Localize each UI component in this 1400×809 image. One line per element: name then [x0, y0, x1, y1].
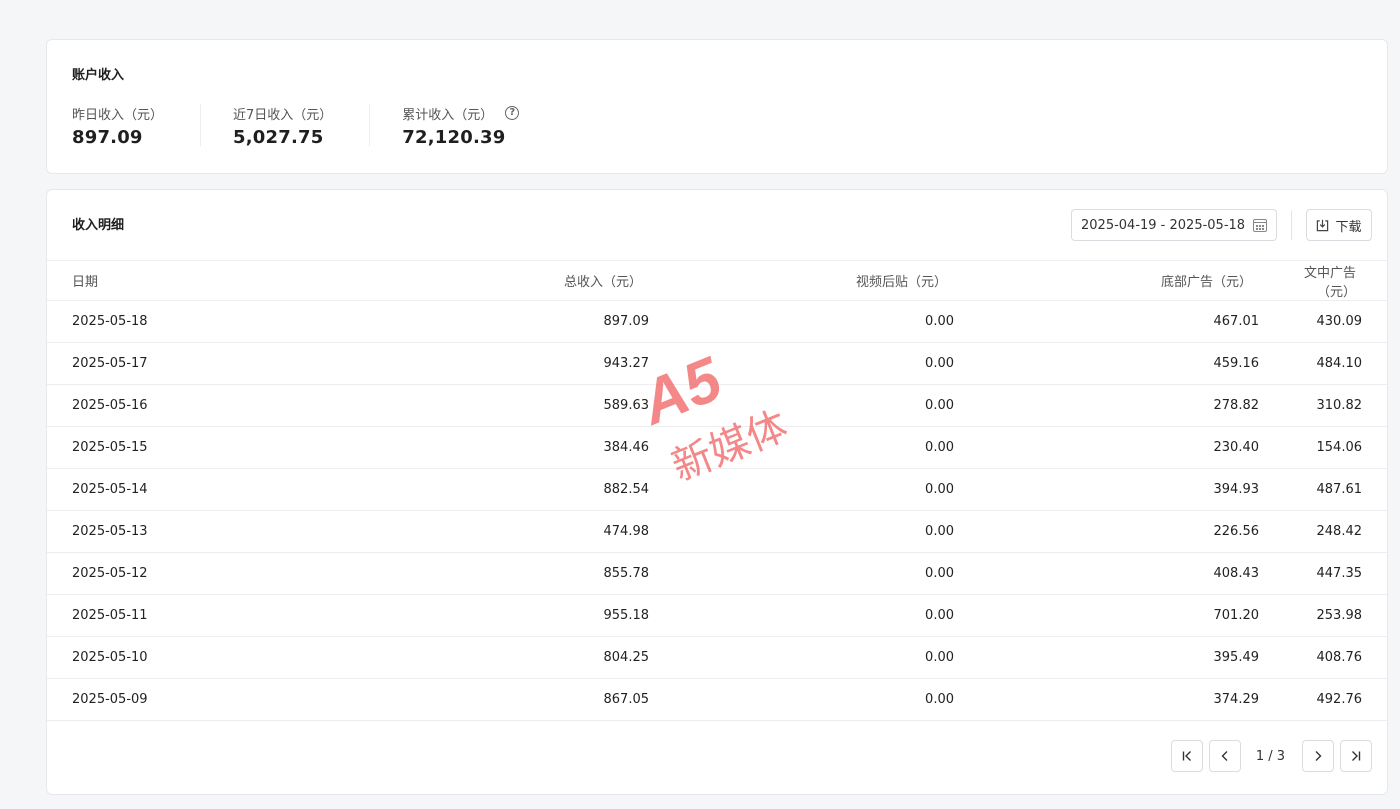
cell-mid-ad: 248.42 — [1259, 510, 1387, 553]
watermark-logo: A5 新媒体 — [636, 344, 794, 491]
col-date: 日期 — [47, 260, 247, 301]
date-range-value: 2025-04-19 - 2025-05-18 — [1081, 217, 1246, 233]
cell-date: 2025-05-18 — [47, 300, 247, 343]
cell-total: 943.27 — [247, 342, 649, 385]
chevron-left-icon — [1221, 751, 1228, 761]
cell-date: 2025-05-17 — [47, 342, 247, 385]
income-detail-card: 收入明细 2025-04-19 - 2025-05-18 下载 日期 总收入（元… — [46, 189, 1388, 795]
cell-bottom-ad: 226.56 — [954, 510, 1259, 553]
cell-video: 0.00 — [649, 594, 954, 637]
watermark-logo-text: A5 — [636, 344, 732, 439]
page-indicator: 1 / 3 — [1255, 748, 1285, 764]
cell-bottom-ad: 459.16 — [954, 342, 1259, 385]
cell-bottom-ad: 408.43 — [954, 552, 1259, 595]
cell-mid-ad: 484.10 — [1259, 342, 1387, 385]
pagination: 1 / 3 — [1170, 740, 1372, 772]
table-row: 2025-05-10 804.25 0.00 395.49 408.76 — [47, 636, 1387, 679]
cell-total: 804.25 — [247, 636, 649, 679]
cell-date: 2025-05-15 — [47, 426, 247, 469]
cell-video: 0.00 — [649, 552, 954, 595]
table-row: 2025-05-09 867.05 0.00 374.29 492.76 — [47, 678, 1387, 721]
cell-video: 0.00 — [649, 636, 954, 679]
income-detail-title: 收入明细 — [72, 218, 125, 233]
cell-mid-ad: 492.76 — [1259, 678, 1387, 721]
table-header-row: 日期 总收入（元） 视频后贴（元） 底部广告（元） 文中广告（元） — [47, 260, 1387, 301]
cell-total: 855.78 — [247, 552, 649, 595]
table-row: 2025-05-12 855.78 0.00 408.43 447.35 — [47, 552, 1387, 595]
cell-total: 955.18 — [247, 594, 649, 637]
cell-date: 2025-05-14 — [47, 468, 247, 511]
cell-mid-ad: 310.82 — [1259, 384, 1387, 427]
stat-yesterday-label: 昨日收入（元） — [72, 107, 164, 123]
help-circle-icon[interactable]: ? — [505, 106, 520, 120]
calendar-icon — [1253, 218, 1267, 232]
cell-mid-ad: 253.98 — [1259, 594, 1387, 637]
cell-date: 2025-05-11 — [47, 594, 247, 637]
cell-total: 474.98 — [247, 510, 649, 553]
cell-total: 882.54 — [247, 468, 649, 511]
cell-date: 2025-05-09 — [47, 678, 247, 721]
col-total: 总收入（元） — [247, 260, 649, 301]
cell-bottom-ad: 230.40 — [954, 426, 1259, 469]
detail-toolbar: 2025-04-19 - 2025-05-18 下载 — [1071, 209, 1372, 241]
cell-total: 867.05 — [247, 678, 649, 721]
cell-date: 2025-05-13 — [47, 510, 247, 553]
cell-video: 0.00 — [649, 510, 954, 553]
stat-7days: 近7日收入（元） 5,027.75 — [233, 104, 371, 148]
stat-total-label: 累计收入（元） — [402, 107, 494, 123]
cell-date: 2025-05-16 — [47, 384, 247, 427]
cell-mid-ad: 408.76 — [1259, 636, 1387, 679]
account-income-title: 账户收入 — [72, 68, 125, 83]
income-stats: 昨日收入（元） 897.09 近7日收入（元） 5,027.75 累计收入（元）… — [72, 104, 588, 148]
cell-bottom-ad: 278.82 — [954, 384, 1259, 427]
last-page-icon — [1352, 751, 1361, 761]
stat-yesterday: 昨日收入（元） 897.09 — [72, 104, 202, 148]
account-income-card: 账户收入 昨日收入（元） 897.09 近7日收入（元） 5,027.75 累计… — [46, 39, 1388, 174]
cell-mid-ad: 154.06 — [1259, 426, 1387, 469]
first-page-button[interactable] — [1170, 740, 1203, 772]
cell-date: 2025-05-12 — [47, 552, 247, 595]
date-range-picker[interactable]: 2025-04-19 - 2025-05-18 — [1071, 209, 1277, 241]
stat-7days-value: 5,027.75 — [233, 127, 324, 148]
last-page-button[interactable] — [1340, 740, 1372, 772]
table-row: 2025-05-13 474.98 0.00 226.56 248.42 — [47, 510, 1387, 553]
download-icon — [1317, 219, 1329, 231]
table-row: 2025-05-11 955.18 0.00 701.20 253.98 — [47, 594, 1387, 637]
col-video: 视频后贴（元） — [649, 260, 954, 301]
cell-bottom-ad: 374.29 — [954, 678, 1259, 721]
prev-page-button[interactable] — [1208, 740, 1241, 772]
cell-mid-ad: 447.35 — [1259, 552, 1387, 595]
stat-7days-label: 近7日收入（元） — [233, 107, 333, 123]
cell-bottom-ad: 394.93 — [954, 468, 1259, 511]
stat-total-label-row: 累计收入（元） ? — [402, 104, 520, 123]
first-page-icon — [1182, 751, 1191, 761]
cell-total: 384.46 — [247, 426, 649, 469]
cell-mid-ad: 430.09 — [1259, 300, 1387, 343]
col-mid-ad: 文中广告（元） — [1259, 260, 1387, 301]
toolbar-divider — [1291, 210, 1292, 240]
download-label: 下载 — [1335, 219, 1362, 235]
cell-date: 2025-05-10 — [47, 636, 247, 679]
cell-total: 589.63 — [247, 384, 649, 427]
stat-total-value: 72,120.39 — [402, 127, 506, 148]
download-button[interactable]: 下载 — [1306, 209, 1372, 241]
cell-bottom-ad: 467.01 — [954, 300, 1259, 343]
cell-bottom-ad: 701.20 — [954, 594, 1259, 637]
cell-total: 897.09 — [247, 300, 649, 343]
cell-video: 0.00 — [649, 678, 954, 721]
stat-total: 累计收入（元） ? 72,120.39 — [402, 104, 556, 148]
cell-bottom-ad: 395.49 — [954, 636, 1259, 679]
cell-mid-ad: 487.61 — [1259, 468, 1387, 511]
stat-yesterday-value: 897.09 — [72, 127, 143, 148]
chevron-right-icon — [1315, 751, 1322, 761]
next-page-button[interactable] — [1302, 740, 1334, 772]
col-bottom-ad: 底部广告（元） — [954, 260, 1259, 301]
